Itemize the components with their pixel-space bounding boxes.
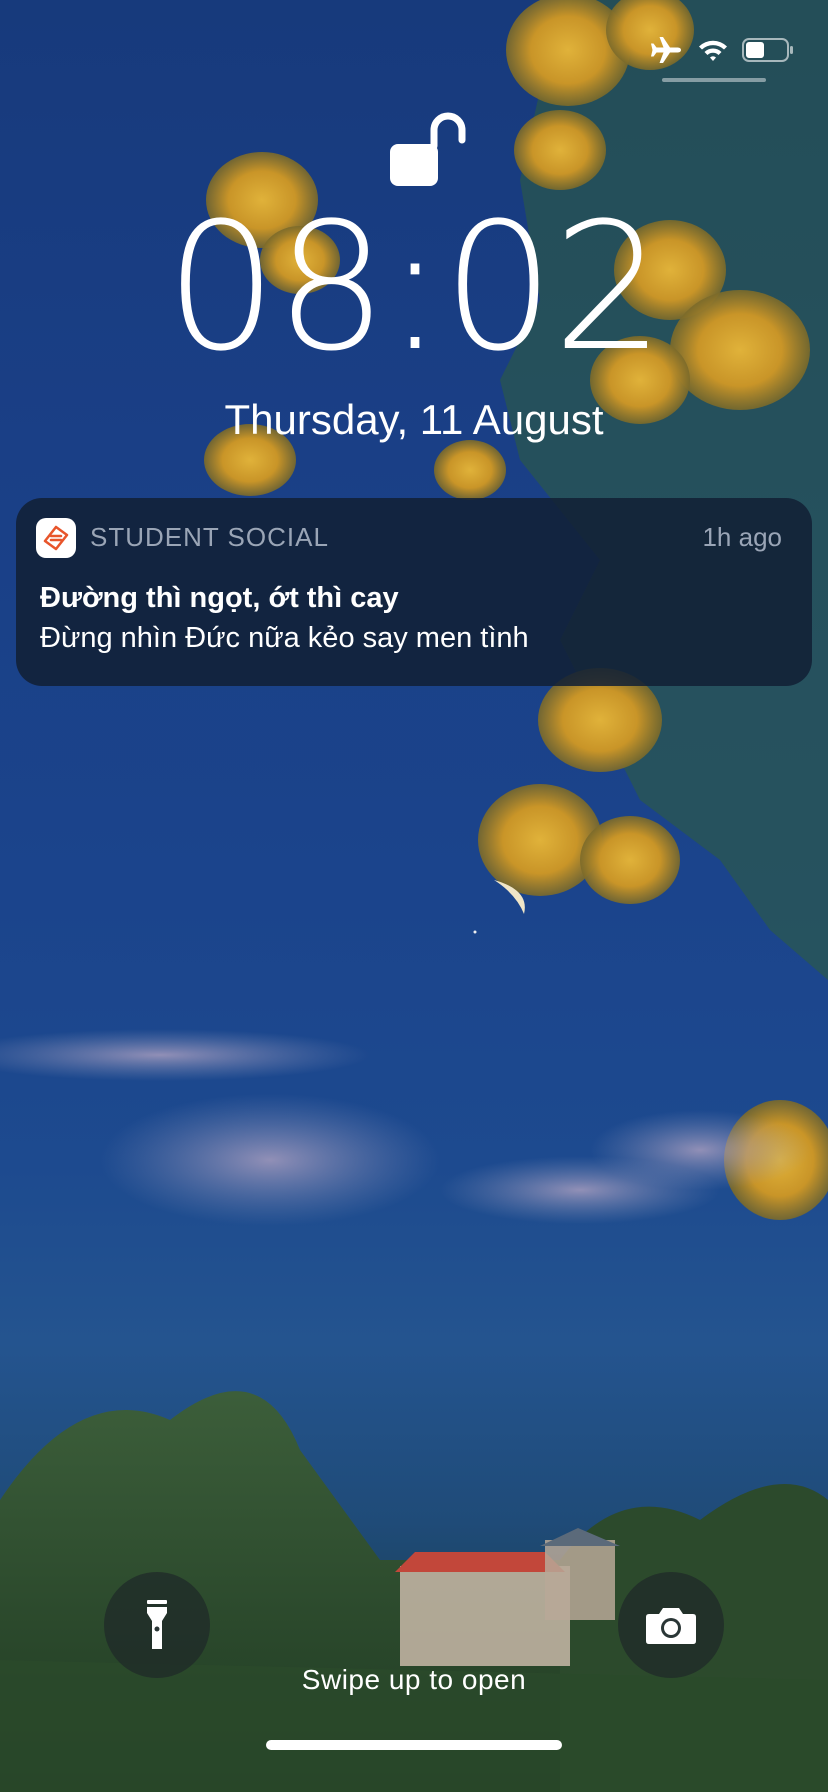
flashlight-icon bbox=[147, 1600, 167, 1649]
lock-screen-clock: 08:02 bbox=[165, 185, 664, 390]
notification-card[interactable]: STUDENT SOCIAL 1h ago Đường thì ngọt, ớt… bbox=[16, 498, 812, 686]
wifi-icon bbox=[698, 38, 728, 62]
control-center-indicator[interactable] bbox=[662, 78, 766, 82]
battery-icon bbox=[742, 37, 794, 63]
lock-screen: 08:02 Thursday, 11 August STUDENT SOCIAL… bbox=[0, 0, 828, 1792]
lock-screen-date: Thursday, 11 August bbox=[224, 396, 604, 443]
flashlight-button[interactable] bbox=[104, 1572, 210, 1678]
home-indicator[interactable] bbox=[266, 1740, 562, 1750]
camera-icon bbox=[646, 1608, 696, 1644]
notification-body: Đừng nhìn Đức nữa kẻo say men tình bbox=[40, 622, 529, 654]
airplane-icon bbox=[650, 36, 684, 64]
status-bar bbox=[650, 36, 794, 64]
camera-button[interactable] bbox=[618, 1572, 724, 1678]
unlocked-padlock-icon bbox=[390, 112, 466, 186]
notification-time: 1h ago bbox=[702, 522, 782, 552]
notification-title: Đường thì ngọt, ớt thì cay bbox=[40, 582, 399, 614]
swipe-up-hint: Swipe up to open bbox=[301, 1664, 527, 1695]
notification-app-name: STUDENT SOCIAL bbox=[90, 522, 329, 552]
student-social-app-icon bbox=[36, 518, 76, 558]
